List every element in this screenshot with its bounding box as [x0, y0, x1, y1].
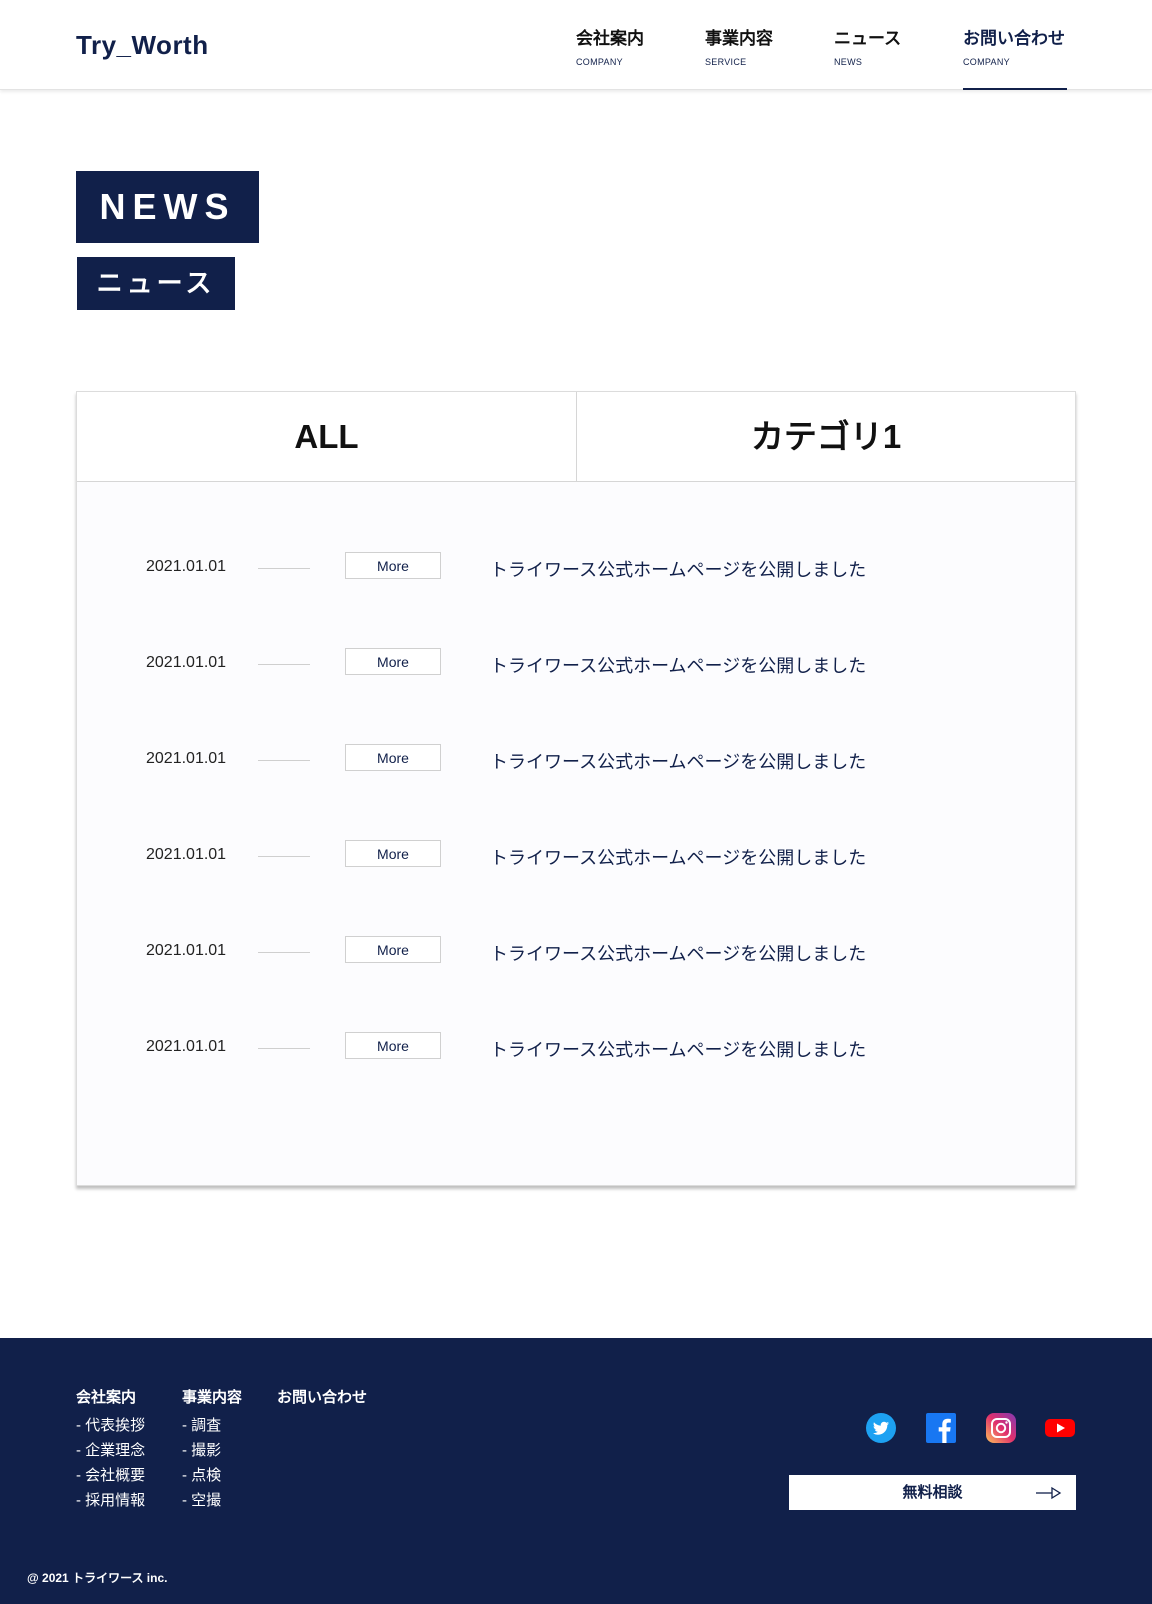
youtube-icon[interactable] [1044, 1412, 1076, 1444]
arrow-right-icon [1036, 1486, 1062, 1500]
news-tabs: ALL カテゴリ1 [77, 392, 1075, 482]
footer-column-service: 事業内容 - 調査 - 撮影 - 点検 - 空撮 [182, 1386, 242, 1513]
nav-item-label: お問い合わせ [963, 29, 1065, 48]
news-divider [258, 856, 310, 857]
nav-item-sublabel: COMPANY [963, 57, 1010, 67]
footer-column-contact: お問い合わせ [277, 1386, 367, 1413]
news-date: 2021.01.01 [146, 654, 227, 671]
news-divider [258, 1048, 310, 1049]
more-button[interactable]: More [345, 744, 441, 771]
site-footer: 会社案内 - 代表挨拶 - 企業理念 - 会社概要 - 採用情報 事業内容 - … [0, 1338, 1152, 1604]
footer-link[interactable]: - 代表挨拶 [76, 1413, 145, 1438]
news-title[interactable]: トライワース公式ホームページを公開しました [490, 748, 866, 774]
nav-item-label: 事業内容 [705, 29, 773, 48]
footer-heading[interactable]: 事業内容 [182, 1386, 242, 1407]
nav-item-label: 会社案内 [576, 29, 644, 48]
footer-link[interactable]: - 空撮 [182, 1488, 242, 1513]
news-panel: ALL カテゴリ1 2021.01.01 More トライワース公式ホームページ… [76, 391, 1076, 1186]
cta-label: 無料相談 [902, 1484, 963, 1501]
copyright: @ 2021 トライワース inc. [27, 1571, 168, 1585]
footer-link[interactable]: - 採用情報 [76, 1488, 145, 1513]
more-button[interactable]: More [345, 936, 441, 963]
news-title[interactable]: トライワース公式ホームページを公開しました [490, 556, 866, 582]
tab-all[interactable]: ALL [77, 392, 576, 481]
twitter-icon[interactable] [865, 1412, 897, 1444]
news-date: 2021.01.01 [146, 846, 227, 863]
page-title-jp: ニュース [77, 257, 235, 310]
news-row: 2021.01.01 More トライワース公式ホームページを公開しました [77, 648, 1075, 678]
news-title[interactable]: トライワース公式ホームページを公開しました [490, 844, 866, 870]
page-title-en: NEWS [76, 171, 259, 243]
nav-item-sublabel: NEWS [834, 57, 863, 67]
news-divider [258, 568, 310, 569]
site-header: Try_Worth 会社案内 COMPANY 事業内容 SERVICE ニュース… [0, 0, 1152, 90]
news-date: 2021.01.01 [146, 558, 227, 575]
more-button[interactable]: More [345, 552, 441, 579]
news-title[interactable]: トライワース公式ホームページを公開しました [490, 652, 866, 678]
free-consultation-button[interactable]: 無料相談 [789, 1475, 1076, 1510]
news-title[interactable]: トライワース公式ホームページを公開しました [490, 1036, 866, 1062]
news-divider [258, 760, 310, 761]
news-title[interactable]: トライワース公式ホームページを公開しました [490, 940, 866, 966]
footer-link[interactable]: - 会社概要 [76, 1463, 145, 1488]
more-button[interactable]: More [345, 840, 441, 867]
nav-item-label: ニュース [834, 29, 902, 48]
more-button[interactable]: More [345, 648, 441, 675]
news-row: 2021.01.01 More トライワース公式ホームページを公開しました [77, 1032, 1075, 1062]
footer-link[interactable]: - 撮影 [182, 1438, 242, 1463]
news-row: 2021.01.01 More トライワース公式ホームページを公開しました [77, 936, 1075, 966]
footer-column-company: 会社案内 - 代表挨拶 - 企業理念 - 会社概要 - 採用情報 [76, 1386, 145, 1513]
nav-item-contact[interactable]: お問い合わせ COMPANY [963, 24, 1067, 90]
footer-link[interactable]: - 調査 [182, 1413, 242, 1438]
footer-heading[interactable]: 会社案内 [76, 1386, 145, 1407]
site-logo[interactable]: Try_Worth [76, 30, 209, 61]
nav-item-sublabel: COMPANY [576, 57, 623, 67]
nav-item-service[interactable]: 事業内容 SERVICE [705, 24, 773, 90]
news-date: 2021.01.01 [146, 1038, 227, 1055]
news-row: 2021.01.01 More トライワース公式ホームページを公開しました [77, 552, 1075, 582]
nav-item-company[interactable]: 会社案内 COMPANY [576, 24, 644, 90]
news-row: 2021.01.01 More トライワース公式ホームページを公開しました [77, 744, 1075, 774]
news-date: 2021.01.01 [146, 750, 227, 767]
more-button[interactable]: More [345, 1032, 441, 1059]
nav-item-sublabel: SERVICE [705, 57, 747, 67]
news-divider [258, 664, 310, 665]
tab-category-1[interactable]: カテゴリ1 [576, 392, 1075, 481]
instagram-icon[interactable] [985, 1412, 1017, 1444]
news-date: 2021.01.01 [146, 942, 227, 959]
footer-link[interactable]: - 点検 [182, 1463, 242, 1488]
facebook-icon[interactable] [925, 1412, 957, 1444]
nav-item-news[interactable]: ニュース NEWS [834, 24, 901, 90]
footer-link[interactable]: - 企業理念 [76, 1438, 145, 1463]
news-row: 2021.01.01 More トライワース公式ホームページを公開しました [77, 840, 1075, 870]
news-divider [258, 952, 310, 953]
footer-heading[interactable]: お問い合わせ [277, 1386, 367, 1407]
